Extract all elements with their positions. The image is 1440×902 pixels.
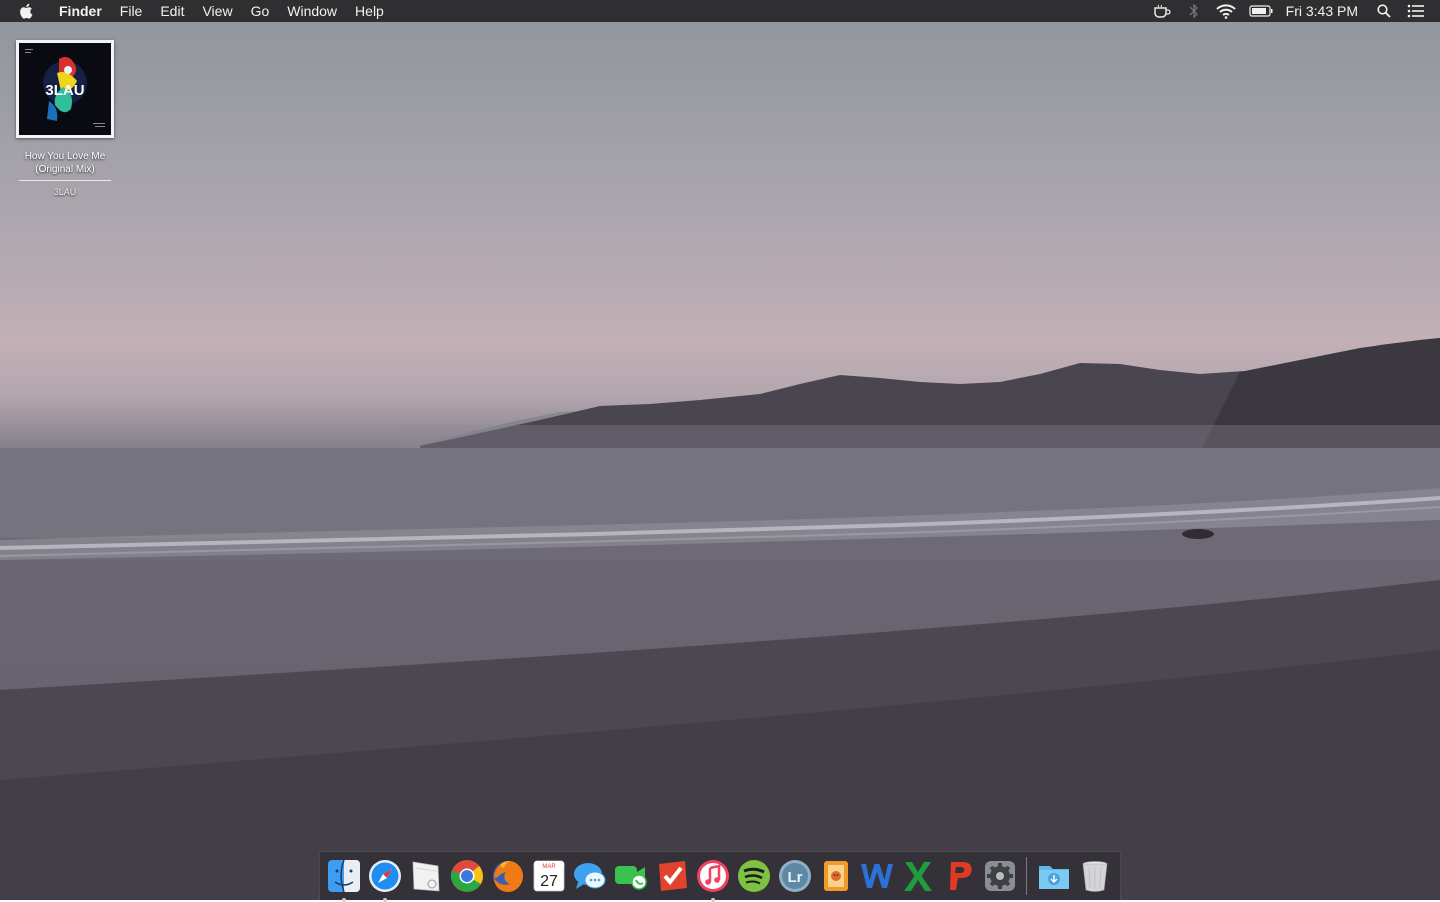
messages-icon [573,863,605,889]
battery-icon[interactable] [1248,3,1274,19]
excel-icon [903,862,932,891]
menu-window[interactable]: Window [278,0,346,22]
app-menu-finder[interactable]: Finder [50,0,111,22]
photo-booth-icon [823,861,848,891]
dock-item-photo-booth[interactable] [817,856,855,896]
spotlight-search-icon[interactable] [1374,3,1394,19]
coffee-cup-icon[interactable] [1152,3,1172,19]
dock-item-facetime[interactable] [612,856,650,896]
running-indicator [382,898,387,902]
gear-icon [984,861,1015,891]
desktop: Finder File Edit View Go Window Help Fri… [0,0,1440,902]
todoist-icon [658,861,687,891]
chrome-icon [450,860,483,892]
apple-logo-icon[interactable] [18,2,36,20]
menu-view[interactable]: View [193,0,241,22]
dock-item-mail[interactable] [407,856,445,896]
powerpoint-icon [949,862,972,890]
calendar-icon: MAR 27 [533,860,564,892]
dock-item-safari[interactable] [366,856,404,902]
notification-center-icon[interactable] [1406,3,1426,19]
dock-item-trash[interactable] [1076,856,1114,896]
dock-separator [1026,857,1027,895]
finder-icon [327,859,360,893]
dock-item-downloads[interactable] [1035,856,1073,896]
wifi-icon[interactable] [1215,3,1236,19]
mail-icon [412,861,439,892]
bluetooth-icon[interactable] [1184,3,1204,19]
desktop-file-how-you-love-me[interactable]: 3LAU How You Love Me (Original Mix) 3LAU [12,40,118,197]
dock-item-excel[interactable] [899,856,937,896]
wallpaper-image [0,338,1440,900]
dock-item-messages[interactable] [571,856,609,896]
word-icon [860,864,893,888]
menu-file[interactable]: File [111,0,152,22]
safari-icon [368,860,401,892]
dock-item-word[interactable] [858,856,896,896]
dock-item-spotify[interactable] [735,856,773,896]
artwork-text: 3LAU [45,82,84,99]
running-indicator [710,898,715,902]
calendar-month-label: MAR [542,864,556,870]
dock-item-powerpoint[interactable] [940,856,978,896]
album-artwork-thumbnail: 3LAU [16,40,114,138]
dock-item-firefox[interactable] [489,856,527,896]
menu-go[interactable]: Go [242,0,279,22]
downloads-folder-icon [1038,866,1069,889]
dock-item-todoist[interactable] [653,856,691,896]
file-artist-label: 3LAU [53,187,77,197]
svg-text:Lr: Lr [787,869,802,886]
dock-item-lightroom[interactable]: Lr [776,856,814,896]
calendar-day-label: 27 [540,873,558,890]
firefox-icon [492,861,523,892]
running-indicator [341,898,346,902]
dock-item-finder[interactable] [325,856,363,902]
dock-item-chrome[interactable] [448,856,486,896]
menu-bar-clock[interactable]: Fri 3:43 PM [1286,3,1358,19]
dock-item-itunes[interactable] [694,856,732,902]
menu-bar: Finder File Edit View Go Window Help Fri… [0,0,1440,22]
menu-edit[interactable]: Edit [151,0,193,22]
dock: MAR 27 Lr [319,851,1121,902]
spotify-icon [737,860,770,892]
file-name-label: How You Love Me (Original Mix) [24,151,106,175]
lightroom-icon: Lr [778,860,811,892]
menu-help[interactable]: Help [346,0,393,22]
trash-icon [1082,861,1107,892]
facetime-icon [614,866,647,890]
dock-item-calendar[interactable]: MAR 27 [530,856,568,896]
itunes-icon [696,860,729,892]
file-label-divider [19,180,111,181]
dock-item-system-preferences[interactable] [981,856,1019,896]
